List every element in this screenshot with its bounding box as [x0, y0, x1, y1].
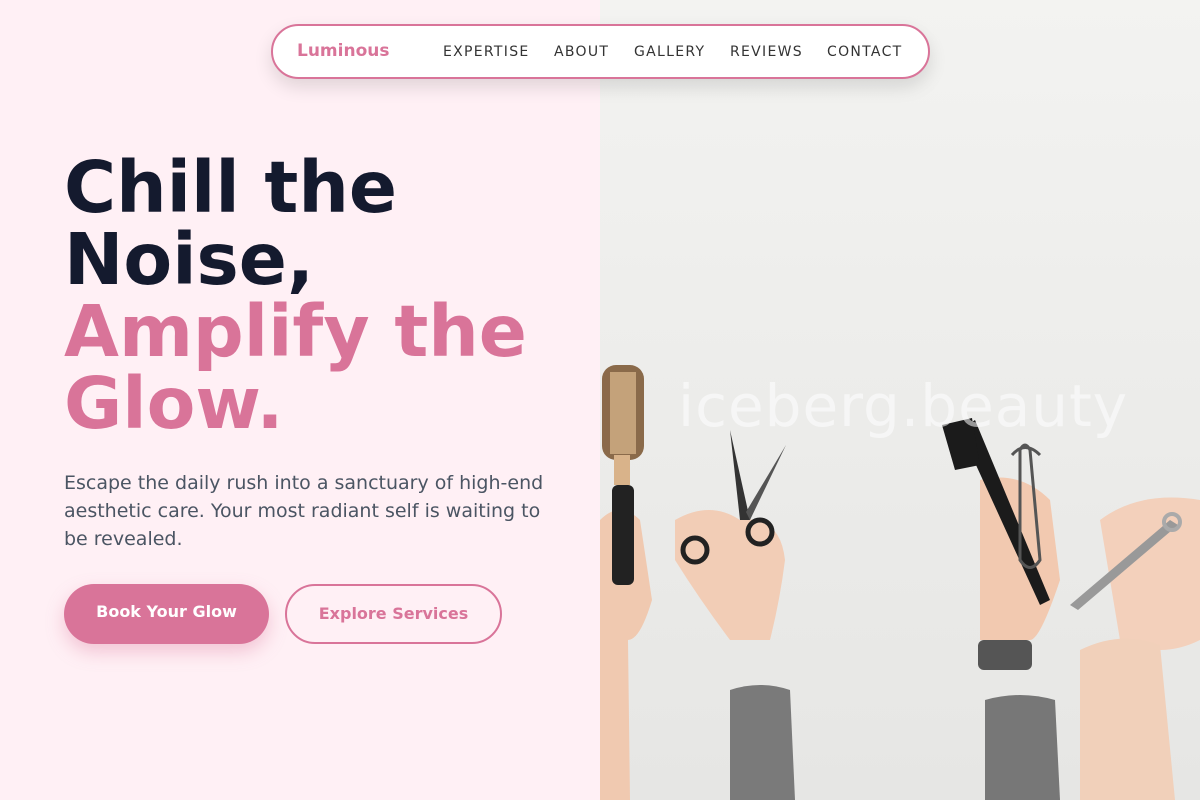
hero-headline: Chill the Noise, Amplify the Glow. — [64, 152, 584, 440]
arm-brush — [600, 365, 652, 800]
headline-line: Chill the — [64, 146, 398, 229]
nav-link-expertise[interactable]: EXPERTISE — [443, 44, 530, 60]
headline-accent-line: Glow. — [64, 362, 284, 445]
hero-subtitle: Escape the daily rush into a sanctuary o… — [64, 472, 544, 550]
arm-dye-brush — [942, 418, 1060, 800]
hand-scissors — [675, 430, 786, 640]
brand-logo[interactable]: Luminous — [297, 41, 389, 61]
hero-image: iceberg.beauty — [600, 0, 1200, 800]
nav-link-gallery[interactable]: GALLERY — [634, 44, 705, 60]
headline-accent-line: Amplify the — [64, 290, 527, 373]
explore-services-button[interactable]: Explore Services — [285, 584, 502, 644]
hand-shears — [1070, 497, 1200, 800]
nav-link-about[interactable]: ABOUT — [554, 44, 609, 60]
image-watermark: iceberg.beauty — [678, 372, 1129, 440]
sleeve-left — [730, 685, 795, 800]
book-your-glow-button[interactable]: Book Your Glow — [64, 584, 269, 644]
top-navbar: Luminous EXPERTISE ABOUT GALLERY REVIEWS… — [271, 24, 930, 79]
nav-link-reviews[interactable]: REVIEWS — [730, 44, 803, 60]
nav-link-contact[interactable]: CONTACT — [827, 44, 903, 60]
headline-line: Noise, — [64, 218, 314, 301]
